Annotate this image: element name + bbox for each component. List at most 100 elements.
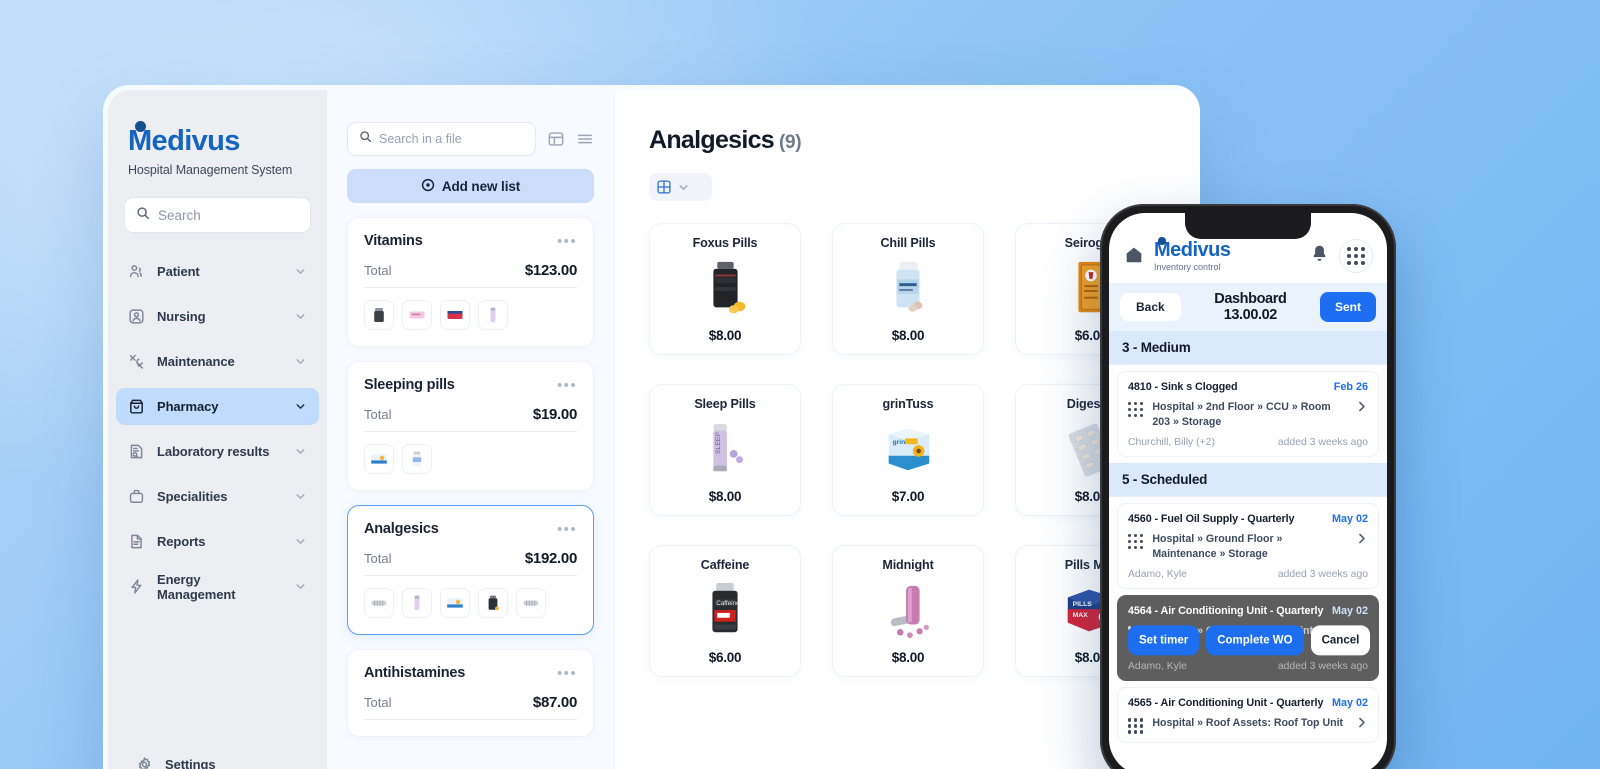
list-card-menu-icon[interactable]: ••• — [557, 234, 577, 249]
product-name: Sleep Pills — [694, 397, 756, 411]
sidebar-item-label: Specialities — [157, 489, 228, 505]
apps-grid-icon[interactable] — [1339, 239, 1373, 273]
list-panel: Add new list Vitamins ••• Total $123.00 … — [327, 90, 615, 769]
cancel-button[interactable]: Cancel — [1310, 625, 1371, 656]
search-icon — [359, 130, 372, 148]
product-thumbnail[interactable] — [402, 444, 432, 474]
work-order-date: May 02 — [1331, 605, 1368, 618]
phone-toolbar: Back Dashboard 13.00.02 Sent — [1109, 283, 1387, 331]
product-image-purple-tube: SLEEP — [696, 411, 754, 489]
list-card-title: Analgesics — [364, 521, 439, 537]
drag-handle-icon[interactable] — [1128, 402, 1144, 418]
page-title: Analgesics (9) — [649, 126, 1200, 155]
brand: Medivus Hospital Management System — [108, 121, 327, 178]
product-price: $8.00 — [708, 489, 742, 504]
chevron-right-icon[interactable] — [1355, 716, 1368, 734]
phone-mockup: Medivus Inventory control Back Dashboard… — [1100, 204, 1396, 769]
sidebar-search[interactable] — [124, 197, 311, 234]
product-thumbnail[interactable] — [440, 300, 470, 330]
drag-handle-icon[interactable] — [1128, 718, 1144, 734]
list-card[interactable]: Antihistamines ••• Total $87.00 — [347, 649, 594, 737]
work-order-row[interactable]: 4810 - Sink s Clogged Feb 26 Hospital » … — [1117, 371, 1379, 458]
sidebar-item-laboratory-results[interactable]: Laboratory results — [116, 433, 319, 470]
phone-brand-logo: Medivus — [1154, 237, 1231, 261]
list-view-icon[interactable] — [576, 130, 594, 148]
list-card-selected[interactable]: Analgesics ••• Total $192.00 — [347, 505, 594, 635]
product-thumbnail[interactable] — [478, 588, 508, 618]
sidebar-item-pharmacy[interactable]: Pharmacy — [116, 388, 319, 426]
product-image-caffeine-bottle: Caffeine — [696, 572, 754, 650]
sidebar-item-energy-management[interactable]: Energy Management — [116, 568, 319, 605]
work-order-row[interactable]: 4565 - Air Conditioning Unit - Quarterly… — [1117, 687, 1379, 744]
product-thumbnail[interactable] — [364, 588, 394, 618]
list-card-menu-icon[interactable]: ••• — [557, 378, 577, 393]
product-price: $8.00 — [891, 650, 925, 665]
sidebar-item-nursing[interactable]: Nursing — [116, 298, 319, 335]
product-card[interactable]: Chill Pills $8.00 — [832, 223, 984, 355]
list-card[interactable]: Vitamins ••• Total $123.00 — [347, 217, 594, 347]
table-view-icon[interactable] — [547, 130, 565, 148]
section-header-medium: 3 - Medium — [1109, 331, 1387, 365]
work-order-path: Hospital » Ground Floor » Maintenance » … — [1152, 533, 1283, 561]
chevron-right-icon[interactable] — [1355, 532, 1368, 550]
svg-text:MAX: MAX — [1073, 612, 1088, 619]
product-image-dark-bottle — [696, 250, 754, 328]
product-thumbnail[interactable] — [478, 300, 508, 330]
list-card[interactable]: Sleeping pills ••• Total $19.00 — [347, 361, 594, 491]
product-thumbnail[interactable] — [364, 300, 394, 330]
search-input[interactable] — [158, 207, 299, 223]
add-new-list-button[interactable]: Add new list — [347, 169, 594, 203]
total-label: Total — [364, 695, 392, 710]
sidebar-item-patient[interactable]: Patient — [116, 253, 319, 290]
list-card-menu-icon[interactable]: ••• — [557, 666, 577, 681]
view-mode-toggle[interactable] — [649, 173, 712, 201]
plus-circle-icon — [421, 178, 435, 195]
product-thumbnail[interactable] — [402, 300, 432, 330]
work-order-row[interactable]: 4560 - Fuel Oil Supply - Quarterly May 0… — [1117, 503, 1379, 590]
energy-icon — [128, 578, 145, 595]
file-search[interactable] — [347, 122, 536, 156]
set-timer-button[interactable]: Set timer — [1128, 625, 1200, 656]
list-card-menu-icon[interactable]: ••• — [557, 522, 577, 537]
product-price: $6.00 — [708, 650, 742, 665]
product-card[interactable]: Midnight $8.00 — [832, 545, 984, 677]
sent-button[interactable]: Sent — [1319, 292, 1376, 322]
home-icon[interactable] — [1123, 243, 1145, 270]
product-card[interactable]: Foxus Pills $8.00 — [649, 223, 801, 355]
product-card[interactable]: grinTuss grin $7.00 — [832, 384, 984, 516]
work-order-path: Hospital » Roof Assets: Roof Top Unit — [1152, 717, 1344, 730]
total-value: $19.00 — [532, 406, 577, 423]
file-search-input[interactable] — [379, 132, 524, 146]
search-icon — [136, 206, 150, 225]
reports-icon — [128, 533, 145, 550]
complete-wo-button[interactable]: Complete WO — [1206, 625, 1304, 656]
total-value: $87.00 — [532, 694, 577, 711]
sidebar-item-label: Settings — [165, 757, 216, 769]
product-card[interactable]: Sleep Pills SLEEP $8.00 — [649, 384, 801, 516]
product-thumbnail[interactable] — [516, 588, 546, 618]
total-label: Total — [364, 551, 392, 566]
section-header-scheduled: 5 - Scheduled — [1109, 463, 1387, 498]
bell-icon[interactable] — [1309, 243, 1330, 269]
sidebar-item-settings[interactable]: Settings — [124, 746, 311, 769]
chevron-down-icon — [294, 400, 307, 413]
product-thumbnail[interactable] — [402, 588, 432, 618]
phone-brand-tagline: Inventory control — [1154, 262, 1221, 272]
product-name: Caffeine — [700, 558, 750, 572]
total-label: Total — [364, 407, 392, 422]
product-card[interactable]: Caffeine Caffeine $6.00 — [649, 545, 801, 677]
sidebar-item-label: Reports — [157, 534, 206, 550]
brand-tagline: Hospital Management System — [128, 163, 293, 178]
sidebar-item-specialities[interactable]: Specialities — [116, 478, 319, 515]
product-thumbnail[interactable] — [364, 444, 394, 474]
list-card-thumbnails — [364, 588, 577, 618]
work-order-row-active[interactable]: 4564 - Air Conditioning Unit - Quarterly… — [1117, 595, 1379, 682]
product-thumbnail[interactable] — [440, 588, 470, 618]
sidebar-item-maintenance[interactable]: Maintenance — [116, 343, 319, 380]
sidebar-item-reports[interactable]: Reports — [116, 523, 319, 560]
total-value: $123.00 — [524, 262, 577, 279]
back-button[interactable]: Back — [1120, 293, 1181, 321]
desktop-app-window: Medivus Hospital Management System Patie… — [103, 85, 1200, 769]
drag-handle-icon[interactable] — [1128, 534, 1144, 550]
chevron-right-icon[interactable] — [1355, 400, 1368, 418]
